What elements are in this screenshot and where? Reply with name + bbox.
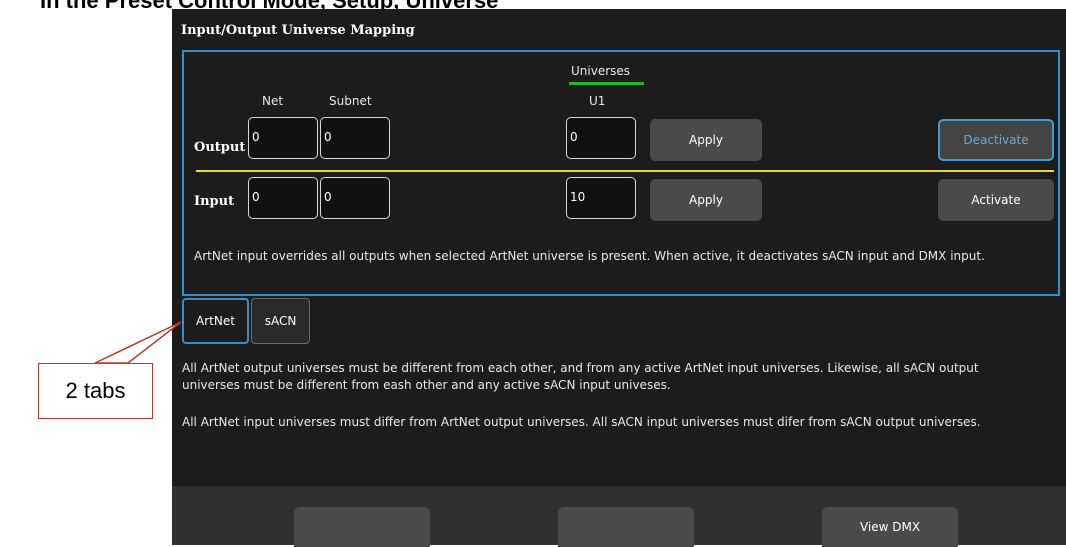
callout-pointer-shape xyxy=(94,321,182,364)
tabs-callout: 2 tabs xyxy=(38,363,153,419)
callout-pointer xyxy=(94,321,182,364)
